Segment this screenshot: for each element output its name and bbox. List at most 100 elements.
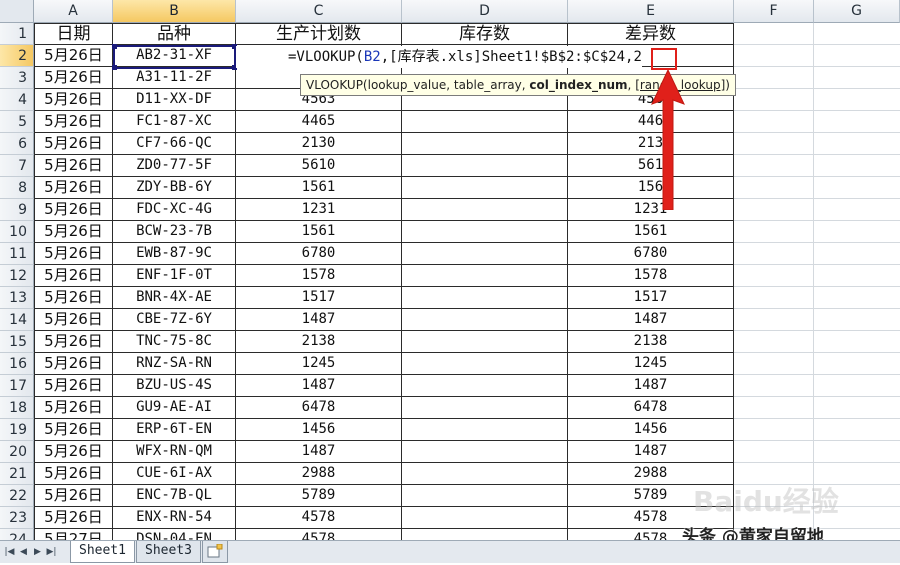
code-cell[interactable]: DSN-04-EN xyxy=(113,529,236,540)
insert-sheet-icon[interactable] xyxy=(202,541,228,563)
date-cell[interactable]: 5月26日 xyxy=(34,309,113,331)
stock-cell[interactable] xyxy=(402,463,568,485)
row-header[interactable]: 16 xyxy=(0,353,34,375)
stock-cell[interactable] xyxy=(402,441,568,463)
plan-cell[interactable]: 1487 xyxy=(236,375,402,397)
diff-cell[interactable]: 1456 xyxy=(568,419,734,441)
column-header-a[interactable]: A xyxy=(34,0,113,23)
tooltip-arg-table-array[interactable]: table_array xyxy=(454,78,522,92)
stock-cell[interactable] xyxy=(402,287,568,309)
code-cell[interactable]: BZU-US-4S xyxy=(113,375,236,397)
row-header[interactable]: 4 xyxy=(0,89,34,111)
last-sheet-icon[interactable]: ▶| xyxy=(46,545,57,559)
header-cell-b[interactable]: 品种 xyxy=(113,23,236,45)
diff-cell[interactable]: 1245 xyxy=(568,353,734,375)
date-cell[interactable]: 5月26日 xyxy=(34,265,113,287)
plan-cell[interactable]: 1561 xyxy=(236,221,402,243)
next-sheet-icon[interactable]: ▶ xyxy=(32,545,43,559)
row-header[interactable]: 19 xyxy=(0,419,34,441)
diff-cell[interactable]: 1487 xyxy=(568,375,734,397)
row-header[interactable]: 14 xyxy=(0,309,34,331)
plan-cell[interactable]: 4465 xyxy=(236,111,402,133)
row-header[interactable]: 8 xyxy=(0,177,34,199)
diff-cell[interactable]: 6780 xyxy=(568,243,734,265)
prev-sheet-icon[interactable]: ◀ xyxy=(18,545,29,559)
tab-sheet1[interactable]: Sheet1 xyxy=(70,541,135,563)
stock-cell[interactable] xyxy=(402,111,568,133)
plan-cell[interactable]: 1487 xyxy=(236,309,402,331)
code-cell[interactable]: FDC-XC-4G xyxy=(113,199,236,221)
stock-cell[interactable] xyxy=(402,243,568,265)
stock-cell[interactable] xyxy=(402,155,568,177)
tab-sheet3[interactable]: Sheet3 xyxy=(136,541,201,563)
diff-cell[interactable]: 1487 xyxy=(568,309,734,331)
row-header[interactable]: 1 xyxy=(0,23,34,45)
code-cell[interactable]: CF7-66-QC xyxy=(113,133,236,155)
date-cell[interactable]: 5月26日 xyxy=(34,419,113,441)
code-cell[interactable]: ENX-RN-54 xyxy=(113,507,236,529)
code-cell[interactable]: ENC-7B-QL xyxy=(113,485,236,507)
header-cell-a[interactable]: 日期 xyxy=(34,23,113,45)
plan-cell[interactable]: 1487 xyxy=(236,441,402,463)
plan-cell[interactable]: 4578 xyxy=(236,529,402,540)
code-cell[interactable]: ZD0-77-5F xyxy=(113,155,236,177)
date-cell[interactable]: 5月26日 xyxy=(34,507,113,529)
row-header[interactable]: 21 xyxy=(0,463,34,485)
date-cell[interactable]: 5月26日 xyxy=(34,353,113,375)
row-header[interactable]: 12 xyxy=(0,265,34,287)
date-cell[interactable]: 5月26日 xyxy=(34,287,113,309)
plan-cell[interactable]: 5789 xyxy=(236,485,402,507)
date-cell[interactable]: 5月26日 xyxy=(34,177,113,199)
diff-cell[interactable]: 6478 xyxy=(568,397,734,419)
plan-cell[interactable]: 4578 xyxy=(236,507,402,529)
code-cell[interactable]: FC1-87-XC xyxy=(113,111,236,133)
diff-cell[interactable]: 1561 xyxy=(568,221,734,243)
code-cell[interactable]: ZDY-BB-6Y xyxy=(113,177,236,199)
plan-cell[interactable]: 1517 xyxy=(236,287,402,309)
header-cell-e[interactable]: 差异数 xyxy=(568,23,734,45)
plan-cell[interactable]: 1231 xyxy=(236,199,402,221)
first-sheet-icon[interactable]: |◀ xyxy=(4,545,15,559)
date-cell[interactable]: 5月26日 xyxy=(34,485,113,507)
date-cell[interactable]: 5月26日 xyxy=(34,155,113,177)
code-cell[interactable]: BCW-23-7B xyxy=(113,221,236,243)
row-header[interactable]: 17 xyxy=(0,375,34,397)
date-cell[interactable]: 5月26日 xyxy=(34,133,113,155)
code-cell[interactable]: WFX-RN-QM xyxy=(113,441,236,463)
row-header[interactable]: 2 xyxy=(0,45,34,67)
code-cell[interactable]: CBE-7Z-6Y xyxy=(113,309,236,331)
column-header-g[interactable]: G xyxy=(814,0,900,23)
diff-cell[interactable]: 2138 xyxy=(568,331,734,353)
row-header[interactable]: 7 xyxy=(0,155,34,177)
plan-cell[interactable]: 6478 xyxy=(236,397,402,419)
stock-cell[interactable] xyxy=(402,133,568,155)
code-cell[interactable]: A31-11-2F xyxy=(113,67,236,89)
row-header[interactable]: 5 xyxy=(0,111,34,133)
stock-cell[interactable] xyxy=(402,529,568,540)
date-cell[interactable]: 5月26日 xyxy=(34,397,113,419)
stock-cell[interactable] xyxy=(402,507,568,529)
plan-cell[interactable]: 2988 xyxy=(236,463,402,485)
stock-cell[interactable] xyxy=(402,265,568,287)
row-header[interactable]: 13 xyxy=(0,287,34,309)
row-header[interactable]: 3 xyxy=(0,67,34,89)
header-cell-d[interactable]: 库存数 xyxy=(402,23,568,45)
plan-cell[interactable]: 1245 xyxy=(236,353,402,375)
row-header[interactable]: 24 xyxy=(0,529,34,540)
stock-cell[interactable] xyxy=(402,177,568,199)
code-cell[interactable]: ERP-6T-EN xyxy=(113,419,236,441)
date-cell[interactable]: 5月26日 xyxy=(34,375,113,397)
plan-cell[interactable]: 5610 xyxy=(236,155,402,177)
code-cell[interactable]: GU9-AE-AI xyxy=(113,397,236,419)
row-header[interactable]: 6 xyxy=(0,133,34,155)
plan-cell[interactable]: 2138 xyxy=(236,331,402,353)
row-header[interactable]: 20 xyxy=(0,441,34,463)
code-cell[interactable]: BNR-4X-AE xyxy=(113,287,236,309)
column-header-f[interactable]: F xyxy=(734,0,814,23)
plan-cell[interactable]: 6780 xyxy=(236,243,402,265)
spreadsheet-grid[interactable]: ABCDEFG 1 2 3 4 5 6 7 8 9 10 11 12 13 14 15 16 17 18 19 20 2… xyxy=(0,0,900,540)
column-header-b[interactable]: B xyxy=(113,0,236,23)
code-cell[interactable]: D11-XX-DF xyxy=(113,89,236,111)
stock-cell[interactable] xyxy=(402,397,568,419)
date-cell[interactable]: 5月26日 xyxy=(34,89,113,111)
